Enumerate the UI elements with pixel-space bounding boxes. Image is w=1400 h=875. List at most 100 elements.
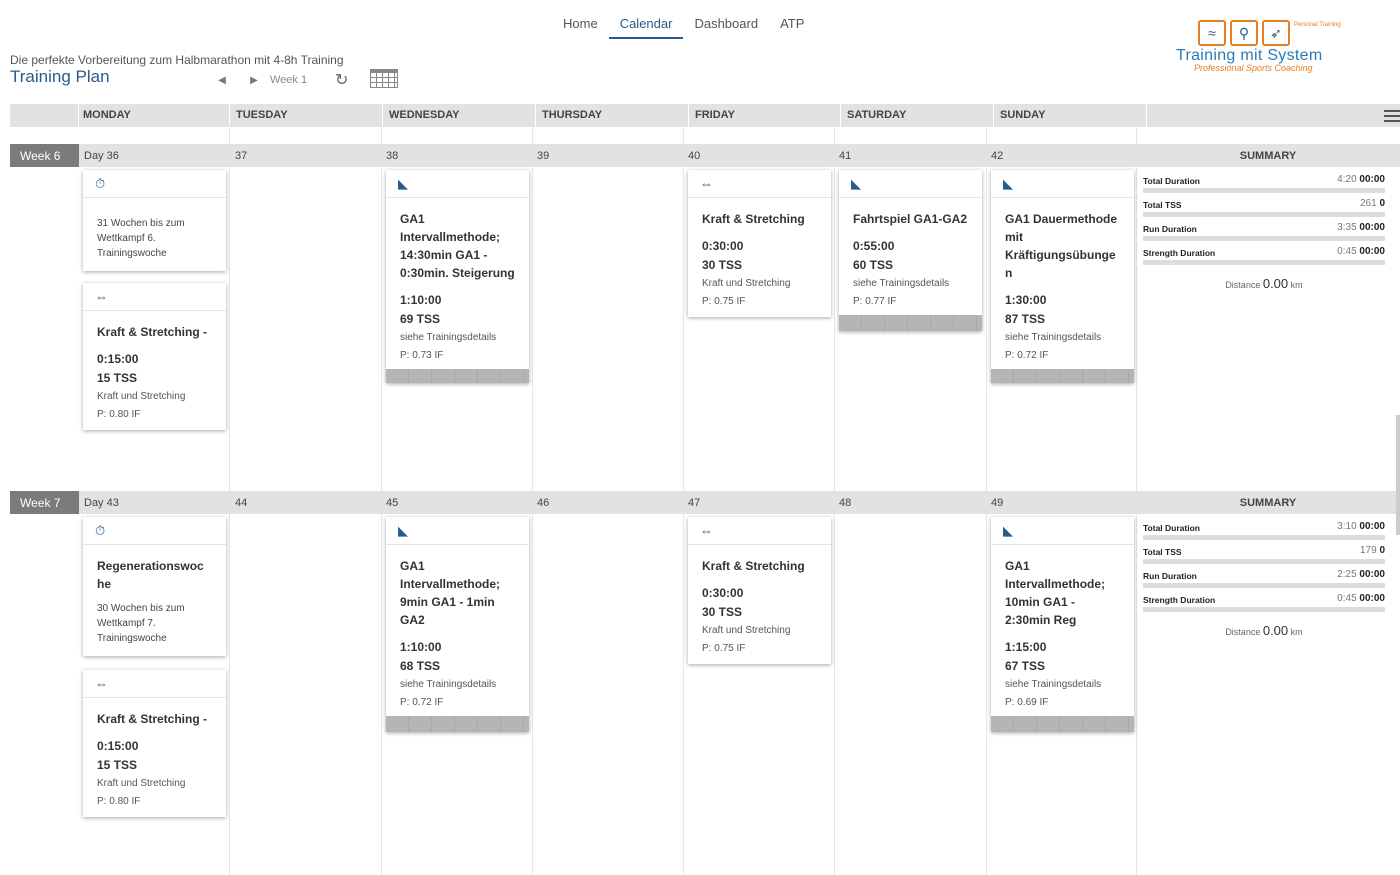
main-nav: Home Calendar Dashboard ATP [552, 14, 815, 39]
summary-distance: Distance 0.00 km [1225, 276, 1303, 291]
header-friday: FRIDAY [689, 104, 841, 127]
card-duration: 0:30:00 [702, 586, 744, 600]
card-tss: 15 TSS [97, 758, 138, 772]
card-if: P: 0.69 IF [1005, 697, 1049, 708]
summary-strength-duration: Strength Duration 0:45 00:00 [1143, 244, 1385, 268]
day-number: 46 [537, 497, 550, 509]
card-if: P: 0.72 IF [400, 697, 444, 708]
dumbbell-icon: ⇔ [688, 517, 831, 545]
card-title: GA1 Intervallmethode; 9min GA1 - 1min GA… [400, 559, 501, 627]
card-title: Kraft & Stretching - [97, 712, 208, 726]
card-title: GA1 Intervallmethode; 14:30min GA1 - 0:3… [400, 212, 515, 280]
card-title: Kraft & Stretching [702, 559, 805, 573]
card-desc: Kraft und Stretching [97, 778, 186, 789]
next-week-icon[interactable]: ▶ [238, 75, 270, 86]
scrollbar[interactable] [1396, 415, 1400, 535]
day-number: Day 43 [84, 497, 119, 509]
workout-card[interactable]: ⏱ Regenerationswoc he 30 Wochen bis zum … [83, 517, 226, 656]
progress-bar [1143, 607, 1385, 612]
day-number: 42 [991, 150, 1004, 162]
workout-card[interactable]: ⇔ Kraft & Stretching 0:30:00 30 TSS Kraf… [688, 170, 831, 317]
card-duration: 1:10:00 [400, 293, 442, 307]
card-title: Fahrtspiel GA1-GA2 [853, 212, 968, 226]
card-duration: 0:15:00 [97, 352, 139, 366]
header-summary-col [1147, 104, 1400, 127]
refresh-icon[interactable]: ↻ [335, 70, 348, 90]
stopwatch-icon: ⏱ [83, 517, 226, 545]
intensity-graph [386, 716, 529, 732]
week-bar: Week 6 Day 36 37 38 39 40 41 42 SUMMARY [10, 144, 1400, 167]
nav-calendar[interactable]: Calendar [608, 14, 684, 39]
card-duration: 1:10:00 [400, 640, 442, 654]
card-title: Kraft & Stretching - [97, 325, 208, 339]
day-number: 47 [688, 497, 701, 509]
workout-card[interactable]: ⇔ Kraft & Stretching 0:30:00 30 TSS Kraf… [688, 517, 831, 664]
shoe-icon: ◣ [839, 170, 982, 198]
nav-dashboard[interactable]: Dashboard [683, 14, 769, 39]
day-number: 38 [386, 150, 399, 162]
brand-logo: ≈ ⚲ ➶ Personal Training Training mit Sys… [1176, 20, 1351, 82]
summary-run-duration: Run Duration 2:25 00:00 [1143, 567, 1385, 591]
progress-bar [1143, 535, 1385, 540]
card-desc: siehe Trainingsdetails [853, 278, 950, 289]
card-desc: Kraft und Stretching [702, 278, 791, 289]
workout-card[interactable]: ◣ Fahrtspiel GA1-GA2 0:55:00 60 TSS sieh… [839, 170, 982, 331]
card-title: GA1 Intervallmethode; 10min GA1 - 2:30mi… [1005, 559, 1106, 627]
intensity-graph [991, 716, 1134, 732]
card-title: Kraft & Stretching [702, 212, 805, 226]
card-duration: 0:55:00 [853, 239, 895, 253]
header-tuesday: TUESDAY [230, 104, 383, 127]
shoe-icon: ◣ [991, 170, 1134, 198]
day-number: 48 [839, 497, 852, 509]
workout-card[interactable]: ◣ GA1 Dauermethode mit Kräftigungsübunge… [991, 170, 1134, 383]
intensity-graph [839, 315, 982, 331]
card-duration: 1:30:00 [1005, 293, 1047, 307]
stopwatch-icon: ⏱ [83, 170, 226, 198]
dumbbell-icon: ⇔ [83, 670, 226, 698]
day-number: Day 36 [84, 150, 119, 162]
day-number: 41 [839, 150, 852, 162]
card-duration: 0:15:00 [97, 739, 139, 753]
intensity-graph [991, 369, 1134, 383]
progress-bar [1143, 212, 1385, 217]
progress-bar [1143, 559, 1385, 564]
plan-subtitle: Die perfekte Vorbereitung zum Halbmarath… [10, 53, 344, 67]
workout-card[interactable]: ⇔ Kraft & Stretching - 0:15:00 15 TSS Kr… [83, 283, 226, 430]
prev-week-icon[interactable]: ◀ [206, 75, 238, 86]
workout-card[interactable]: ◣ GA1 Intervallmethode; 10min GA1 - 2:30… [991, 517, 1134, 732]
swim-icon: ≈ [1198, 20, 1226, 46]
logo-tag: Personal Training [1294, 22, 1341, 28]
progress-bar [1143, 583, 1385, 588]
run-icon: ➶ [1262, 20, 1290, 46]
menu-icon[interactable] [1384, 110, 1400, 122]
header-sunday: SUNDAY [994, 104, 1147, 127]
workout-card[interactable]: ⇔ Kraft & Stretching - 0:15:00 15 TSS Kr… [83, 670, 226, 817]
workout-card[interactable]: ⏱ 31 Wochen bis zum Wettkampf 6. Trainin… [83, 170, 226, 271]
bike-icon: ⚲ [1230, 20, 1258, 46]
nav-home[interactable]: Home [552, 14, 609, 39]
workout-card[interactable]: ◣ GA1 Intervallmethode; 14:30min GA1 - 0… [386, 170, 529, 383]
day-number: 37 [235, 150, 248, 162]
summary-header: SUMMARY [1239, 150, 1297, 162]
card-tss: 30 TSS [702, 258, 743, 272]
intensity-graph [386, 369, 529, 383]
header-thursday: THURSDAY [536, 104, 689, 127]
summary-total-tss: Total TSS 179 0 [1143, 543, 1385, 567]
day-number: 45 [386, 497, 399, 509]
header-wednesday: WEDNESDAY [383, 104, 536, 127]
card-if: P: 0.72 IF [1005, 350, 1049, 361]
calendar-icon[interactable] [370, 69, 399, 88]
card-duration: 1:15:00 [1005, 640, 1047, 654]
summary-header: SUMMARY [1239, 497, 1297, 509]
progress-bar [1143, 236, 1385, 241]
week-summary: Total Duration 4:20 00:00 Total TSS 261 … [1143, 172, 1385, 291]
card-note: 31 Wochen bis zum Wettkampf 6. Trainings… [97, 218, 185, 259]
card-desc: siehe Trainingsdetails [400, 332, 497, 343]
card-title: Regenerationswoc he [97, 559, 204, 591]
page-title: Training Plan [10, 67, 110, 86]
nav-atp[interactable]: ATP [769, 14, 815, 39]
summary-total-duration: Total Duration 4:20 00:00 [1143, 172, 1385, 196]
card-tss: 69 TSS [400, 312, 441, 326]
workout-card[interactable]: ◣ GA1 Intervallmethode; 9min GA1 - 1min … [386, 517, 529, 732]
card-if: P: 0.77 IF [853, 296, 897, 307]
